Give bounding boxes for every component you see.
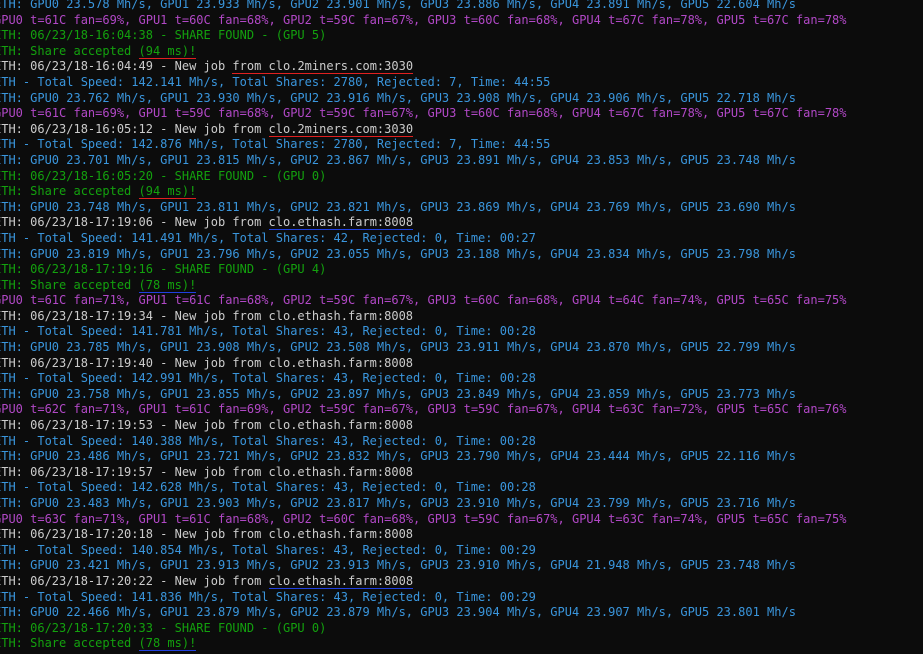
log-line-text: ETH: 06/23/18-17:20:22 - New job from [0,573,269,588]
log-line: ETH - Total Speed: 140.854 Mh/s, Total S… [0,543,847,559]
log-line-text: GPU0 t=62C fan=71%, GPU1 t=61C fan=69%, … [0,402,847,417]
log-line-text: ETH: 06/23/18-16:04:38 - SHARE FOUND - (… [0,28,327,43]
log-line: ETH: Share accepted (94 ms)! [0,43,847,60]
log-line-text: ETH: 06/23/18-17:19:34 - New job from cl… [0,308,414,323]
log-line: GPU0 t=62C fan=71%, GPU1 t=61C fan=69%, … [0,402,847,418]
log-line: ETH: GPU0 23.701 Mh/s, GPU1 23.815 Mh/s,… [0,153,847,169]
log-line-text: ETH - Total Speed: 140.854 Mh/s, Total S… [0,542,536,557]
log-line-text: GPU0 t=61C fan=69%, GPU1 t=59C fan=68%, … [0,106,847,121]
log-line-text: ETH: GPU0 23.578 Mh/s, GPU1 23.933 Mh/s,… [0,0,796,11]
log-line: ETH: GPU0 23.762 Mh/s, GPU1 23.930 Mh/s,… [0,91,847,107]
log-line: ETH: GPU0 23.748 Mh/s, GPU1 23.811 Mh/s,… [0,200,847,216]
log-line-highlight: (78 ms)! [138,277,197,293]
log-line: ETH: GPU0 22.466 Mh/s, GPU1 23.879 Mh/s,… [0,605,847,621]
log-line-text: ETH: 06/23/18-16:05:20 - SHARE FOUND - (… [0,168,327,183]
log-line: ETH - Total Speed: 142.141 Mh/s, Total S… [0,75,847,91]
log-line-text: ETH: GPU0 23.486 Mh/s, GPU1 23.721 Mh/s,… [0,449,796,464]
log-line-text: ETH: GPU0 23.785 Mh/s, GPU1 23.908 Mh/s,… [0,340,796,355]
log-line: ETH: 06/23/18-17:19:57 - New job from cl… [0,465,847,481]
log-line: ETH - Total Speed: 141.491 Mh/s, Total S… [0,231,847,247]
log-line: ETH - Total Speed: 142.876 Mh/s, Total S… [0,137,847,153]
log-line-text: ETH: 06/23/18-17:20:33 - SHARE FOUND - (… [0,620,327,635]
log-line-highlight: (78 ms)! [138,636,197,652]
log-line-text: ETH - Total Speed: 142.628 Mh/s, Total S… [0,480,536,495]
log-line: GPU0 t=61C fan=71%, GPU1 t=61C fan=68%, … [0,293,847,309]
log-line-highlight: (94 ms)! [138,184,197,200]
log-line: ETH: Share accepted (94 ms)! [0,184,847,200]
log-line: ETH - Total Speed: 142.628 Mh/s, Total S… [0,480,847,496]
log-lines: ETH: GPU0 23.578 Mh/s, GPU1 23.933 Mh/s,… [0,0,847,652]
log-line-text: ETH - Total Speed: 140.388 Mh/s, Total S… [0,433,536,448]
log-line-text: ETH: Share accepted [0,184,139,199]
log-line-text: ETH: 06/23/18-16:05:12 - New job from [0,121,269,136]
log-line-highlight: clo.ethash.farm:8008 [268,215,414,231]
log-line: ETH - Total Speed: 141.781 Mh/s, Total S… [0,324,847,340]
log-line: ETH - Total Speed: 140.388 Mh/s, Total S… [0,434,847,450]
log-line: ETH: 06/23/18-17:19:16 - SHARE FOUND - (… [0,262,847,278]
log-line-text: ETH - Total Speed: 141.836 Mh/s, Total S… [0,589,536,604]
log-line-text: GPU0 t=61C fan=71%, GPU1 t=61C fan=68%, … [0,293,847,308]
log-line-text: ETH: GPU0 23.762 Mh/s, GPU1 23.930 Mh/s,… [0,90,796,105]
log-line-text: ETH - Total Speed: 141.781 Mh/s, Total S… [0,324,536,339]
log-line-text: ETH - Total Speed: 142.141 Mh/s, Total S… [0,74,551,89]
log-line-text: ETH: 06/23/18-16:04:49 - New job [0,59,233,74]
log-line: GPU0 t=63C fan=71%, GPU1 t=61C fan=68%, … [0,512,847,528]
log-line-text: ETH - Total Speed: 141.491 Mh/s, Total S… [0,230,536,245]
log-line-highlight: (94 ms)! [138,43,197,59]
log-line-text: ETH: 06/23/18-17:20:18 - New job from cl… [0,527,414,542]
log-line-text: ETH - Total Speed: 142.991 Mh/s, Total S… [0,371,536,386]
log-line: ETH: 06/23/18-17:19:06 - New job from cl… [0,215,847,231]
log-line: ETH: 06/23/18-16:04:38 - SHARE FOUND - (… [0,28,847,44]
log-line: ETH - Total Speed: 142.991 Mh/s, Total S… [0,371,847,387]
log-line-highlight: clo.2miners.com:3030 [268,121,414,137]
log-line: ETH: 06/23/18-17:19:40 - New job from cl… [0,356,847,372]
log-line-text: ETH: 06/23/18-17:19:57 - New job from cl… [0,464,414,479]
log-line: ETH: GPU0 23.785 Mh/s, GPU1 23.908 Mh/s,… [0,340,847,356]
log-line-text: ETH: GPU0 23.748 Mh/s, GPU1 23.811 Mh/s,… [0,199,796,214]
log-line: GPU0 t=61C fan=69%, GPU1 t=59C fan=68%, … [0,106,847,122]
log-line-text: ETH: GPU0 23.483 Mh/s, GPU1 23.903 Mh/s,… [0,496,796,510]
log-line-text: GPU0 t=61C fan=69%, GPU1 t=60C fan=68%, … [0,12,847,27]
log-line-text: GPU0 t=63C fan=71%, GPU1 t=61C fan=68%, … [0,511,847,526]
log-line: ETH: GPU0 23.578 Mh/s, GPU1 23.933 Mh/s,… [0,0,847,13]
log-line: ETH: GPU0 23.758 Mh/s, GPU1 23.855 Mh/s,… [0,387,847,403]
log-line: ETH: 06/23/18-17:19:53 - New job from cl… [0,418,847,434]
log-line: ETH: Share accepted (78 ms)! [0,277,847,294]
log-line-text: ETH: GPU0 22.466 Mh/s, GPU1 23.879 Mh/s,… [0,605,796,620]
log-line: ETH: 06/23/18-16:04:49 - New job from cl… [0,59,847,75]
log-line: ETH: 06/23/18-17:20:22 - New job from cl… [0,573,847,590]
log-line-text: ETH: Share accepted [0,636,139,651]
log-line: ETH: 06/23/18-17:19:34 - New job from cl… [0,309,847,325]
log-line: ETH: 06/23/18-16:05:12 - New job from cl… [0,121,847,138]
log-line-text: ETH: GPU0 23.701 Mh/s, GPU1 23.815 Mh/s,… [0,152,796,167]
log-line-text: ETH: GPU0 23.758 Mh/s, GPU1 23.855 Mh/s,… [0,386,796,401]
log-line: ETH: 06/23/18-17:20:18 - New job from cl… [0,527,847,543]
log-line-text: ETH: GPU0 23.421 Mh/s, GPU1 23.913 Mh/s,… [0,558,796,573]
log-line-text: ETH: Share accepted [0,43,139,58]
log-line-text: ETH: 06/23/18-17:19:40 - New job from cl… [0,355,414,370]
log-line-text: ETH: 06/23/18-17:19:53 - New job from cl… [0,418,414,433]
log-line-highlight: clo.ethash.farm:8008 [268,573,414,589]
log-line-text: ETH: 06/23/18-17:19:06 - New job from [0,215,269,230]
log-line-text: ETH: Share accepted [0,277,139,292]
log-line: ETH: Share accepted (78 ms)! [0,636,847,652]
log-line: ETH: GPU0 23.486 Mh/s, GPU1 23.721 Mh/s,… [0,449,847,465]
log-line: ETH: GPU0 23.819 Mh/s, GPU1 23.796 Mh/s,… [0,247,847,263]
log-line: ETH: GPU0 23.421 Mh/s, GPU1 23.913 Mh/s,… [0,558,847,574]
log-line-text: ETH - Total Speed: 142.876 Mh/s, Total S… [0,137,551,152]
log-line-text: ETH: GPU0 23.819 Mh/s, GPU1 23.796 Mh/s,… [0,246,796,261]
log-line: ETH: 06/23/18-17:20:33 - SHARE FOUND - (… [0,621,847,637]
log-line: GPU0 t=61C fan=69%, GPU1 t=60C fan=68%, … [0,13,847,29]
log-line-highlight: from clo.2miners.com:3030 [232,59,414,75]
log-line: ETH - Total Speed: 141.836 Mh/s, Total S… [0,590,847,606]
terminal-output[interactable]: ETH: GPU0 23.578 Mh/s, GPU1 23.933 Mh/s,… [0,0,923,654]
log-line-text: ETH: 06/23/18-17:19:16 - SHARE FOUND - (… [0,262,327,277]
log-line: ETH: 06/23/18-16:05:20 - SHARE FOUND - (… [0,169,847,185]
log-line: ETH: GPU0 23.483 Mh/s, GPU1 23.903 Mh/s,… [0,496,847,512]
